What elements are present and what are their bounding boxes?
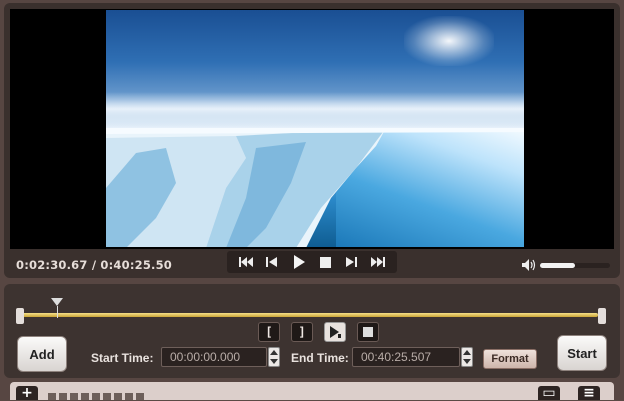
mark-out-button[interactable]: ] — [291, 322, 313, 342]
stop-selection-button[interactable] — [357, 322, 379, 342]
start-time-stepper[interactable] — [268, 347, 280, 367]
add-button[interactable]: Add — [17, 336, 67, 372]
stop-icon[interactable] — [315, 253, 335, 271]
end-time-field[interactable]: 00:40:25.507 — [352, 347, 460, 367]
video-panel: 0:02:30.67 / 0:40:25.50 — [4, 3, 620, 278]
video-preview[interactable] — [10, 9, 614, 249]
mark-in-button[interactable]: [ — [258, 322, 280, 342]
playhead-line — [56, 306, 58, 318]
volume-level — [540, 263, 575, 268]
increment-icon[interactable] — [463, 350, 471, 355]
file-list-title — [48, 393, 144, 400]
decrement-icon[interactable] — [463, 359, 471, 364]
decrement-icon[interactable] — [270, 359, 278, 364]
skip-to-end-icon[interactable] — [368, 253, 388, 271]
start-time-field[interactable]: 00:00:00.000 — [161, 347, 267, 367]
step-forward-icon[interactable] — [341, 253, 361, 271]
video-frame — [106, 10, 524, 247]
playhead-marker[interactable] — [50, 298, 63, 306]
format-button[interactable]: Format — [483, 349, 537, 369]
volume-control — [522, 256, 610, 275]
trim-end-handle[interactable] — [598, 308, 606, 324]
current-time: 0:02:30.67 — [16, 258, 88, 272]
add-file-icon[interactable]: + — [16, 386, 38, 400]
video-trimmer-window: 0:02:30.67 / 0:40:25.50 [] Add Start Ti… — [0, 0, 624, 400]
play-selection-button[interactable] — [324, 322, 346, 342]
sun-glow — [404, 16, 494, 66]
time-readout: 0:02:30.67 / 0:40:25.50 — [16, 258, 172, 272]
total-time: 0:40:25.50 — [100, 258, 173, 272]
skip-to-start-icon[interactable] — [236, 253, 256, 271]
mark-buttons: [ ] — [258, 322, 379, 342]
play-selection-icon — [330, 326, 341, 338]
play-icon[interactable] — [289, 253, 309, 271]
speaker-icon[interactable] — [522, 256, 536, 275]
end-time-stepper[interactable] — [461, 347, 473, 367]
glacier-image — [106, 128, 524, 247]
stop-selection-icon — [363, 327, 373, 337]
trim-start-handle[interactable] — [16, 308, 24, 324]
window-icon[interactable]: ▭ — [538, 386, 560, 400]
start-button[interactable]: Start — [557, 335, 607, 371]
increment-icon[interactable] — [270, 350, 278, 355]
timeline-track[interactable] — [22, 313, 598, 317]
trim-timeline[interactable] — [16, 298, 606, 324]
end-time-label: End Time: — [291, 351, 349, 365]
cloud-band — [106, 92, 524, 126]
volume-slider[interactable] — [540, 263, 610, 268]
start-time-label: Start Time: — [91, 351, 154, 365]
transport-controls — [227, 251, 397, 273]
menu-icon[interactable]: ≡ — [578, 386, 600, 400]
step-back-icon[interactable] — [262, 253, 282, 271]
